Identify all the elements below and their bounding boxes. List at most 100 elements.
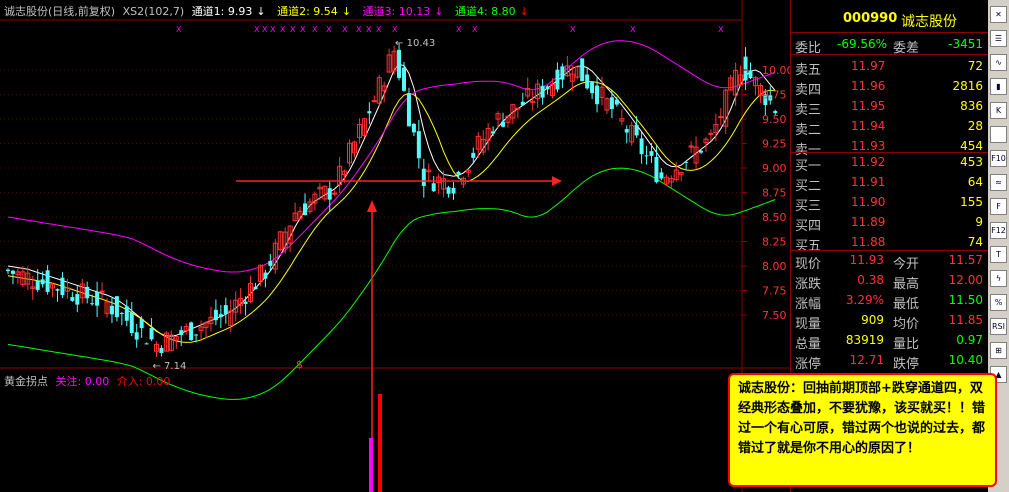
indicator-name: XS2(102,7) — [122, 5, 185, 18]
misc-icon[interactable]: ⊞ — [990, 342, 1007, 359]
stat-label: 均价 — [893, 317, 920, 332]
candle — [718, 116, 724, 119]
weibi-row: 委比 -69.56% 委差 -3451 — [791, 36, 989, 56]
price-tick-label: 9.25 — [762, 138, 787, 151]
bid-price: 11.91 — [851, 175, 886, 189]
candle — [85, 286, 90, 299]
weibi-value: -69.56% — [837, 37, 888, 51]
stat-label: 现价 — [795, 257, 822, 272]
signal-marker: X — [376, 25, 382, 34]
candle — [471, 152, 476, 158]
price-tick-label: 8.25 — [762, 236, 787, 249]
pct-icon[interactable]: % — [990, 294, 1007, 311]
bid-volume: 9 — [975, 215, 983, 229]
candle — [515, 107, 521, 110]
d-icon[interactable] — [990, 126, 1007, 143]
candle — [431, 183, 436, 192]
candle — [491, 131, 496, 134]
bolt-icon[interactable]: ϟ — [990, 270, 1007, 287]
ask-label: 卖四 — [795, 83, 822, 98]
list-icon[interactable]: ☰ — [990, 30, 1007, 47]
candle — [708, 132, 714, 135]
kline-chart-area[interactable]: 10.00 9.75 9.50 9.25 9.00 8.75 8.50 8.25 8.00 7.7… — [0, 0, 790, 492]
candle — [6, 269, 10, 272]
stat-row: 现量 909 均价 11.85 — [791, 312, 989, 332]
high-price-label: ← 10.43 — [395, 38, 435, 49]
ask-row: 卖二 11.94 28 — [791, 118, 989, 138]
close-icon[interactable]: ✕ — [990, 6, 1007, 23]
candle — [644, 155, 649, 157]
price-tick-label: 7.75 — [762, 285, 787, 298]
candle — [109, 305, 114, 315]
stat-row: 涨幅 3.29% 最低 11.50 — [791, 292, 989, 312]
candle — [75, 294, 80, 305]
signal-marker: X — [280, 25, 286, 34]
stat-label: 量比 — [893, 337, 920, 352]
indicator-buy-bar — [378, 394, 382, 492]
candle — [416, 131, 421, 159]
ask-row: 卖三 11.95 836 — [791, 98, 989, 118]
candle — [327, 188, 332, 200]
price-tick-label: 9.00 — [762, 162, 787, 175]
candle — [213, 309, 218, 321]
signal-marker: X — [718, 25, 724, 34]
candle — [129, 312, 134, 334]
candle — [406, 93, 411, 127]
stat-label: 现量 — [795, 317, 822, 332]
channel4-value: 通道4: 8.80 — [454, 5, 516, 18]
k-icon[interactable]: K — [990, 102, 1007, 119]
price-tick-label: 8.00 — [762, 260, 787, 273]
candle — [684, 161, 689, 163]
candle — [124, 306, 129, 321]
panel-divider — [791, 152, 989, 153]
signal-marker: X — [472, 25, 478, 34]
price-tick-label: 9.75 — [762, 89, 787, 102]
candle — [55, 289, 60, 291]
candle-icon[interactable]: ▮ — [990, 78, 1007, 95]
stat-value: 3.29% — [845, 293, 884, 307]
indicator-buy-value: 介入: 0.00 — [116, 375, 171, 388]
stat-row: 涨跌 0.38 最高 12.00 — [791, 272, 989, 292]
signal-marker: X — [312, 25, 318, 34]
analysis-callout: 诚志股份：回抽前期顶部+跌穿通道四，双经典形态叠加，不要犹豫，该买就买！！错过一… — [728, 373, 997, 487]
candle — [402, 67, 406, 91]
price-tick-label: 8.75 — [762, 187, 787, 200]
candle — [189, 322, 194, 341]
f10-icon[interactable]: F10 — [990, 150, 1007, 167]
stat-label: 跌停 — [893, 357, 920, 372]
stat-value: 10.40 — [948, 353, 983, 367]
quote-title-row: 000990 诚志股份 — [791, 10, 989, 30]
candle — [545, 86, 550, 90]
stat-label: 最低 — [893, 297, 920, 312]
signal-marker: X — [300, 25, 306, 34]
panel-divider — [791, 54, 989, 55]
channel1-value: 通道1: 9.93 — [191, 5, 253, 18]
candle — [649, 151, 654, 156]
f-icon[interactable]: F — [990, 198, 1007, 215]
stat-row: 涨停 12.71 跌停 10.40 — [791, 352, 989, 372]
candle — [367, 111, 372, 114]
candle — [580, 58, 585, 82]
bid-label: 买一 — [795, 159, 822, 174]
ma-icon[interactable]: ≈ — [990, 174, 1007, 191]
signal-marker: X — [392, 25, 398, 34]
signal-marker: X — [456, 25, 462, 34]
candle — [411, 123, 416, 133]
candle — [609, 97, 614, 110]
candle — [560, 66, 565, 80]
candle — [35, 280, 40, 290]
f12-icon[interactable]: F12 — [990, 222, 1007, 239]
ask-price: 11.96 — [851, 79, 886, 93]
stat-label: 最高 — [893, 277, 920, 292]
rsi-icon[interactable]: RSI — [990, 318, 1007, 335]
line-icon[interactable]: ∿ — [990, 54, 1007, 71]
stat-label: 涨跌 — [795, 277, 822, 292]
ask-price: 11.94 — [851, 119, 886, 133]
signal-marker: X — [254, 25, 260, 34]
price-chart[interactable]: 10.00 9.75 9.50 9.25 9.00 8.75 8.50 8.25 8.00 7.7… — [0, 0, 790, 492]
bid-row: 买四 11.89 9 — [791, 214, 989, 234]
candle — [639, 138, 644, 155]
t-icon[interactable]: T — [990, 246, 1007, 263]
candle — [134, 332, 139, 340]
ask-row: 卖五 11.97 72 — [791, 58, 989, 78]
